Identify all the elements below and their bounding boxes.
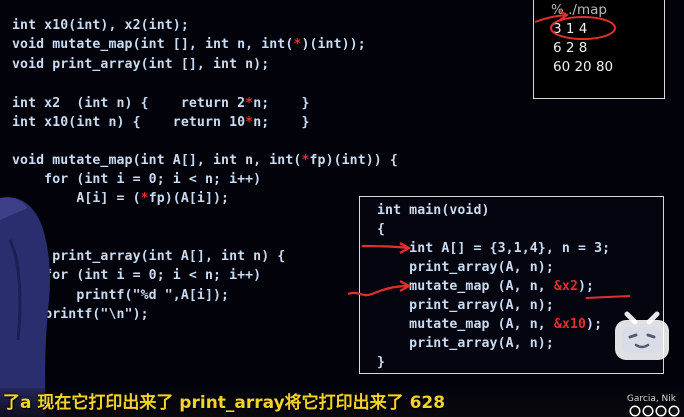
- main-line-7: mutate_map (A, n, &x10);: [377, 317, 603, 332]
- creative-commons-icon: [629, 405, 680, 417]
- main-line-4: print_array(A, n);: [377, 260, 554, 275]
- subtitle-text: 了a 现在它打印出来了 print_array将它打印出来了 628: [3, 393, 446, 413]
- main-line-3: int A[] = {3,1,4}, n = 3;: [377, 241, 611, 256]
- code-line-decl3: void print_array(int [], int n);: [12, 57, 270, 72]
- terminal-output-1: 3 1 4: [553, 21, 588, 37]
- code-line-x2-def: int x2 (int n) { return 2*n; }: [12, 96, 310, 111]
- main-line-5: mutate_map (A, n, &x2);: [377, 279, 595, 294]
- presenter-silhouette: [0, 197, 50, 417]
- terminal-output-2: 6 2 8: [553, 40, 588, 56]
- code-line-decl1: int x10(int), x2(int);: [12, 18, 189, 33]
- terminal-output-3: 60 20 80: [553, 59, 614, 75]
- code-line-x10-def: int x10(int n) { return 10*n; }: [12, 115, 310, 130]
- code-line-decl2: void mutate_map(int [], int n, int(*)(in…: [12, 37, 366, 52]
- main-line-8: print_array(A, n);: [377, 336, 554, 351]
- main-line-9: }: [377, 355, 386, 370]
- video-frame[interactable]: int x10(int), x2(int); void mutate_map(i…: [0, 0, 684, 417]
- code-line-mutate-map-sig: void mutate_map(int A[], int n, int(*fp)…: [12, 153, 398, 168]
- main-line-2: {: [377, 222, 386, 237]
- tv-mascot-icon[interactable]: [611, 306, 673, 362]
- terminal-prompt: % ./map: [551, 2, 607, 18]
- main-line-1: int main(void): [377, 203, 490, 218]
- main-line-6: print_array(A, n);: [377, 298, 554, 313]
- lecture-credit: Garcia, Nik: [626, 394, 676, 404]
